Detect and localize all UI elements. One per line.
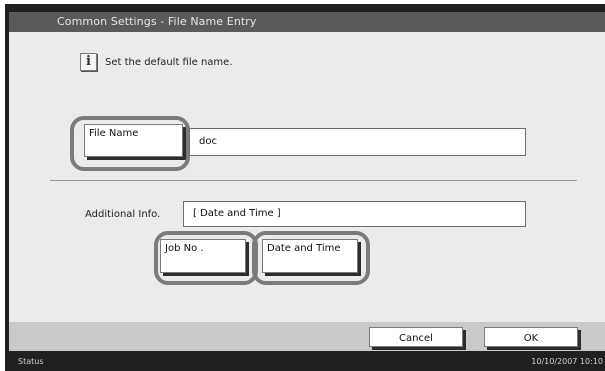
additional-info-value: [ Date and Time ]	[193, 208, 281, 219]
job-no-highlight-ring	[154, 231, 258, 285]
ok-button-label: OK	[523, 333, 539, 344]
info-message: Set the default file name.	[105, 57, 233, 68]
cancel-button[interactable]: Cancel	[369, 327, 463, 347]
file-name-highlight-ring	[70, 116, 190, 171]
cancel-button-label: Cancel	[399, 333, 433, 344]
status-button[interactable]: Status	[18, 357, 44, 366]
date-time-highlight-ring	[252, 231, 370, 285]
file-name-value: doc	[199, 136, 217, 147]
page-title: Common Settings - File Name Entry	[57, 15, 257, 28]
file-name-field[interactable]: doc	[189, 128, 526, 156]
additional-info-field[interactable]: [ Date and Time ]	[183, 201, 526, 227]
info-icon: i	[80, 53, 97, 71]
section-divider	[50, 180, 577, 181]
datetime-display: 10/10/2007 10:10	[531, 357, 603, 366]
info-icon-glyph: i	[86, 54, 91, 69]
title-bar: Common Settings - File Name Entry	[9, 12, 605, 32]
additional-info-label: Additional Info.	[85, 209, 161, 220]
ok-button[interactable]: OK	[484, 327, 578, 347]
